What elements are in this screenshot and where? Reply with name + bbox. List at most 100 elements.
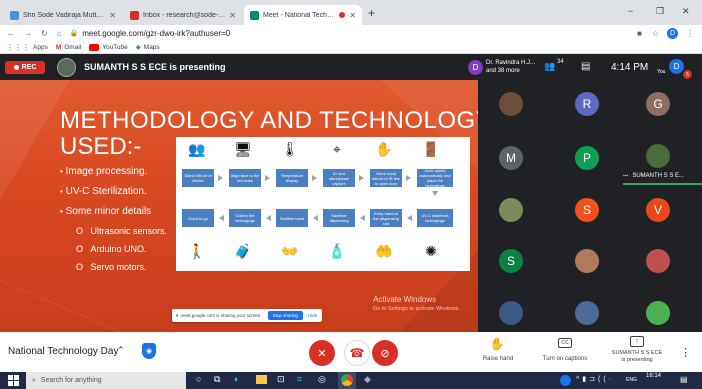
- meet-bottom-bar: National Technology Day ⌃ ◉ ✕ ☎ ⊘ ✋ Rais…: [0, 332, 702, 372]
- bookmark-gmail[interactable]: Gmail: [64, 44, 81, 51]
- people-count: 34: [557, 59, 564, 65]
- notification-center-icon[interactable]: ▤: [680, 375, 688, 384]
- participant-photo-avatar[interactable]: [575, 301, 599, 325]
- participant-chip[interactable]: Dr. Ravindra H.J... and 38 more: [486, 59, 538, 75]
- tab-meet[interactable]: Meet - National Technolog ✕: [244, 5, 362, 25]
- back-icon[interactable]: ←: [7, 29, 15, 38]
- more-options-icon[interactable]: ⋮: [680, 346, 691, 359]
- presenting-status[interactable]: SUMANTH S S ECE is presenting: [605, 350, 669, 364]
- participant-chip-avatar: D: [468, 60, 483, 75]
- participant-photo-avatar[interactable]: [499, 198, 523, 222]
- uv-light-icon: ✺: [425, 243, 437, 259]
- shield-icon[interactable]: ◉: [142, 343, 156, 359]
- url-field[interactable]: meet.google.com/gzr-dwo-irk?authuser=0: [82, 29, 230, 38]
- app-grid-icon[interactable]: ⌗: [297, 374, 302, 385]
- active-speaker-bar: [623, 183, 702, 185]
- participant-avatar[interactable]: G: [646, 92, 670, 116]
- chat-icon[interactable]: ▤: [581, 61, 590, 72]
- cortana-icon[interactable]: ○: [196, 374, 201, 384]
- tab-sode-vadiraja[interactable]: Shri Sode Vadiraja Mutt Educatio ✕: [4, 5, 122, 25]
- close-tab-icon[interactable]: ✕: [349, 11, 356, 20]
- bookmark-maps[interactable]: Maps: [144, 44, 160, 51]
- close-tab-icon[interactable]: ✕: [109, 11, 116, 20]
- reload-icon[interactable]: ↻: [41, 29, 48, 38]
- close-window-button[interactable]: ✕: [682, 6, 690, 17]
- app-icon[interactable]: ◆: [364, 374, 371, 385]
- self-avatar[interactable]: D: [669, 59, 684, 74]
- people-icon[interactable]: 👥: [544, 61, 555, 72]
- maximize-button[interactable]: ❐: [656, 6, 664, 17]
- participant-avatar[interactable]: M: [499, 146, 523, 170]
- leave-call-button[interactable]: ☎: [344, 340, 370, 366]
- flow-arrow-icon: [407, 215, 412, 221]
- presenter-photo-avatar[interactable]: [646, 144, 670, 168]
- flow-step: Align face to the red mark: [229, 169, 261, 187]
- flow-arrow-icon: [359, 175, 364, 181]
- stop-sharing-button[interactable]: Stop sharing: [267, 311, 303, 320]
- meeting-name[interactable]: National Technology Day: [8, 346, 118, 357]
- sanitizer-bottle-icon: 🧴: [328, 243, 346, 259]
- participant-avatar[interactable]: P: [575, 146, 599, 170]
- participant-photo-avatar[interactable]: [575, 249, 599, 273]
- bookmark-apps[interactable]: Apps: [33, 44, 48, 51]
- participant-photo-avatar[interactable]: [646, 301, 670, 325]
- slide-title-line1: METHODOLOGY AND TECHNOLOGY: [60, 107, 478, 134]
- camera-icon[interactable]: ■: [637, 29, 642, 38]
- participant-avatar[interactable]: S: [575, 198, 599, 222]
- meet-icon: [250, 10, 259, 20]
- file-explorer-icon[interactable]: [256, 375, 267, 384]
- tray-app-icon[interactable]: [560, 375, 571, 386]
- home-icon[interactable]: ⌂: [57, 29, 62, 38]
- system-tray-icons[interactable]: ^▮⊐((·: [576, 375, 614, 383]
- hand-dispense-icon: 🤲: [375, 243, 393, 259]
- taskbar-clock[interactable]: 16:14: [646, 373, 661, 379]
- flow-arrow-icon: [219, 215, 224, 221]
- rec-label: REC: [21, 64, 37, 71]
- tab-title: Meet - National Technolog: [263, 11, 337, 19]
- hands-wash-icon: 👐: [281, 243, 299, 259]
- participant-avatar[interactable]: S: [499, 249, 523, 273]
- participant-avatar[interactable]: R: [575, 92, 599, 116]
- presenter-tile-label: ▪▪▪ SUMANTH S S E...: [623, 173, 685, 179]
- bookmark-youtube[interactable]: YouTube: [102, 44, 128, 51]
- raise-hand-label[interactable]: Raise hand: [478, 356, 518, 362]
- profile-avatar[interactable]: D: [667, 27, 678, 39]
- edge-icon[interactable]: ◐: [234, 374, 239, 384]
- chrome-taskbar-button[interactable]: [338, 372, 356, 389]
- participant-photo-avatar[interactable]: [646, 249, 670, 273]
- close-tab-icon[interactable]: ✕: [229, 11, 236, 20]
- mic-off-button[interactable]: ✕: [309, 340, 335, 366]
- tab-inbox[interactable]: Inbox - research@sode-edu.in ✕: [124, 5, 242, 25]
- participant-avatar[interactable]: V: [646, 198, 670, 222]
- captions-icon[interactable]: CC: [558, 338, 572, 348]
- people-group-icon: 👥: [188, 141, 206, 157]
- flow-arrow-icon: [266, 215, 271, 221]
- menu-icon[interactable]: ⋮: [686, 29, 694, 38]
- task-view-icon[interactable]: ⧉: [214, 374, 220, 385]
- chevron-up-icon[interactable]: ⌃: [117, 345, 125, 356]
- participant-photo-avatar[interactable]: [499, 92, 523, 116]
- captions-label[interactable]: Turn on captions: [534, 356, 596, 362]
- browser-tab-bar: Shri Sode Vadiraja Mutt Educatio ✕ Inbox…: [0, 0, 702, 25]
- windows-start-icon[interactable]: [8, 375, 19, 386]
- bookmarks-bar: ⋮⋮⋮ Apps M Gmail YouTube ◆ Maps: [0, 41, 702, 54]
- locker-icon: 🧳: [234, 243, 252, 259]
- present-screen-icon[interactable]: ↑: [630, 336, 644, 347]
- minimize-button[interactable]: −: [628, 6, 633, 16]
- hide-button[interactable]: Hide: [308, 313, 317, 318]
- share-notice-bar: ⏸ meet.google.com is sharing your screen…: [172, 309, 322, 322]
- new-tab-button[interactable]: +: [368, 6, 375, 20]
- star-icon[interactable]: ☆: [652, 29, 659, 38]
- raise-hand-icon[interactable]: ✋: [482, 337, 512, 351]
- audio-level-icon: ▪▪▪: [623, 173, 629, 179]
- language-indicator[interactable]: ENG: [626, 377, 637, 383]
- app-icon[interactable]: ◎: [318, 374, 326, 385]
- participant-photo-avatar[interactable]: [499, 301, 523, 325]
- forward-icon[interactable]: →: [24, 29, 32, 38]
- camera-off-button[interactable]: ⊘: [372, 340, 398, 366]
- taskbar-search[interactable]: ⌕ Search for anything: [26, 372, 186, 389]
- store-icon[interactable]: ⊡: [277, 374, 285, 385]
- maps-icon: ◆: [135, 44, 141, 51]
- thermometer-icon: 🌡: [281, 141, 299, 157]
- meet-top-bar: REC SUMANTH S S ECE is presenting D Dr. …: [0, 55, 702, 80]
